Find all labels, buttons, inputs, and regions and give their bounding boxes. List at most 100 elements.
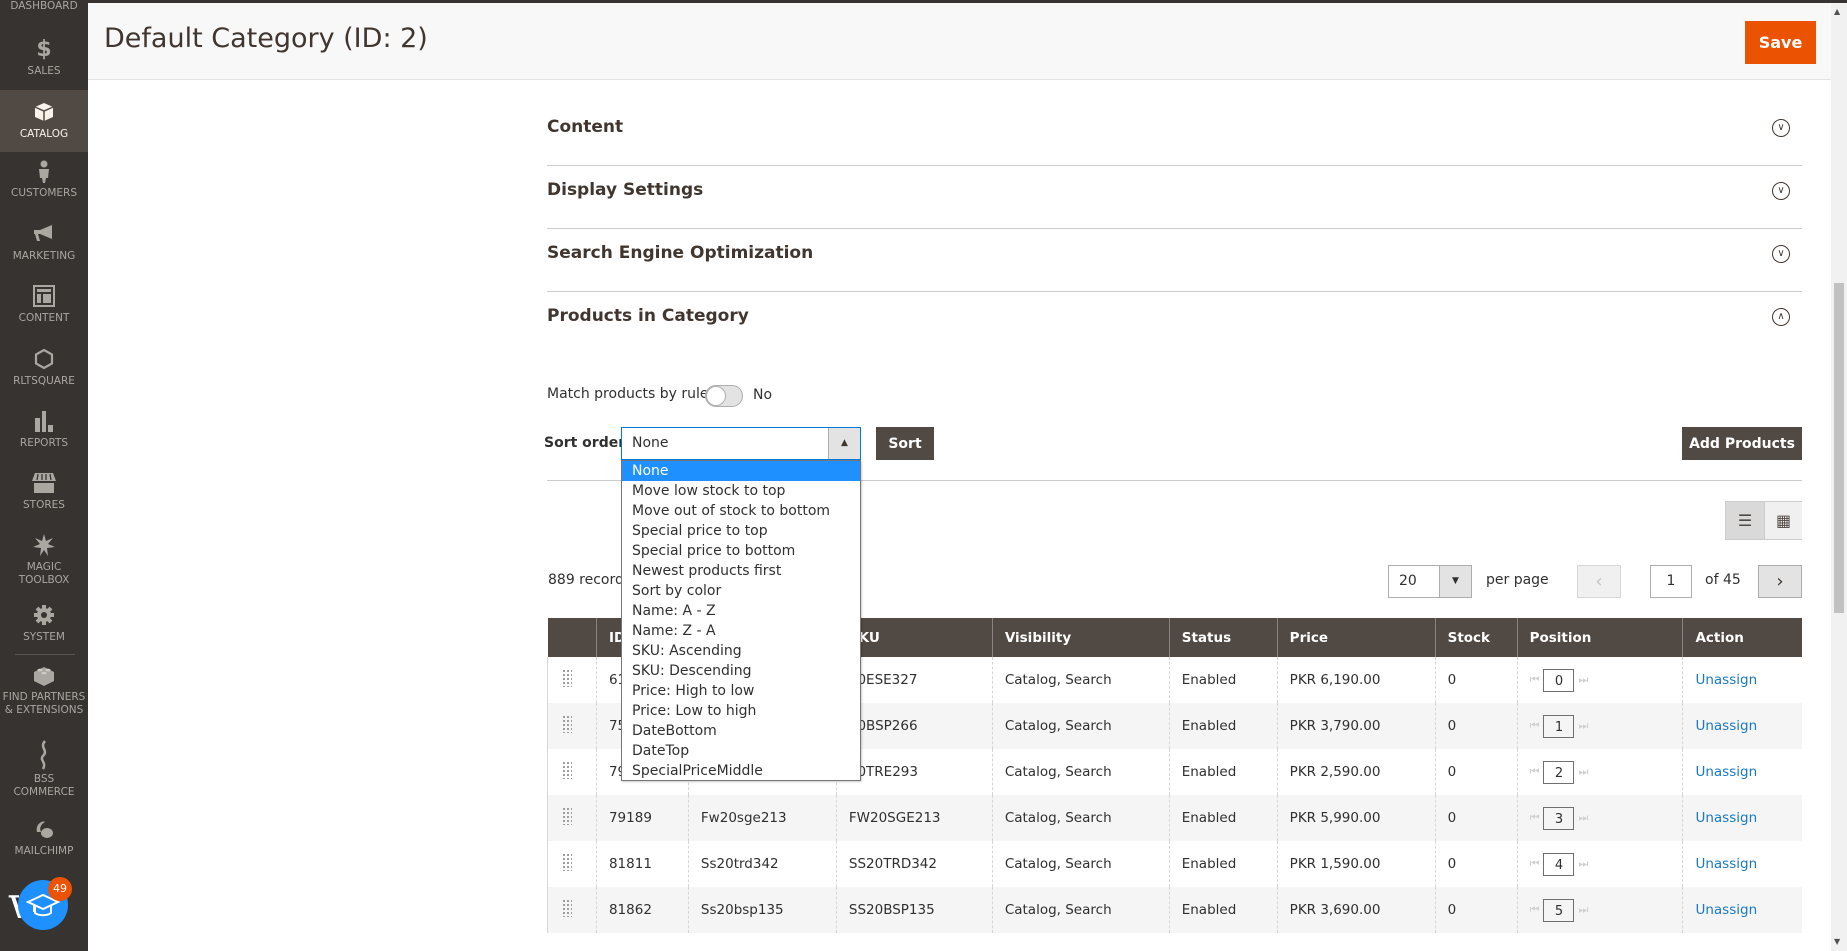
chevron-down-icon[interactable]: ∨ [1772, 182, 1790, 200]
prev-page-button[interactable]: ‹ [1577, 565, 1621, 598]
sort-option[interactable]: Newest products first [622, 561, 860, 581]
move-to-top-icon[interactable]: ⏮ [1530, 857, 1540, 870]
position-input[interactable]: 5 [1543, 898, 1575, 922]
sort-option[interactable]: Special price to bottom [622, 541, 860, 561]
sidebar-item-reports[interactable]: REPORTS [0, 410, 88, 458]
drag-handle-icon[interactable] [562, 899, 572, 917]
move-to-top-icon[interactable]: ⏮ [1530, 719, 1540, 732]
sort-order-select[interactable]: None ▲ [621, 427, 861, 460]
move-to-bottom-icon[interactable]: ⏭ [1578, 811, 1588, 824]
sort-option[interactable]: Name: Z - A [622, 621, 860, 641]
cell-stock: 0 [1434, 841, 1518, 887]
sort-option[interactable]: SKU: Descending [622, 661, 860, 681]
sort-option[interactable]: Move low stock to top [622, 481, 860, 501]
unassign-link[interactable]: Unassign [1695, 718, 1757, 734]
column-header-position[interactable]: Position [1516, 618, 1683, 657]
column-header-stock[interactable]: Stock [1434, 618, 1518, 657]
grid-view-icon[interactable]: ▦ [1764, 502, 1802, 539]
sort-option[interactable]: Price: High to low [622, 681, 860, 701]
section-products-in-category[interactable]: Products in Category ∧ [547, 292, 1802, 355]
add-products-button[interactable]: Add Products [1682, 427, 1802, 460]
page-scrollbar[interactable]: ▲ ▼ [1831, 3, 1847, 951]
sidebar-item-system[interactable]: SYSTEM [0, 604, 88, 652]
list-view-icon[interactable]: ☰ [1726, 502, 1764, 539]
unassign-link[interactable]: Unassign [1695, 672, 1757, 688]
match-products-toggle[interactable] [705, 385, 743, 407]
drag-handle-icon[interactable] [562, 853, 572, 871]
per-page-select[interactable]: 20 ▼ [1388, 565, 1472, 598]
sort-order-dropdown[interactable]: None Move low stock to top Move out of sto… [621, 460, 861, 781]
sidebar-item-marketing[interactable]: MARKETING [0, 223, 88, 271]
chevron-up-icon[interactable]: ∧ [1772, 308, 1790, 326]
section-seo[interactable]: Search Engine Optimization ∨ [547, 229, 1802, 292]
sidebar-item-customers[interactable]: CUSTOMERS [0, 160, 88, 208]
caret-down-icon[interactable]: ▼ [1439, 566, 1471, 597]
move-to-bottom-icon[interactable]: ⏭ [1578, 673, 1588, 686]
sidebar-item-catalog[interactable]: CATALOG [0, 90, 88, 152]
chevron-down-icon[interactable]: ∨ [1772, 245, 1790, 263]
scroll-up-arrow-icon[interactable]: ▲ [1834, 7, 1840, 16]
move-to-top-icon[interactable]: ⏮ [1530, 765, 1540, 778]
drag-handle-icon[interactable] [562, 807, 572, 825]
move-to-top-icon[interactable]: ⏮ [1530, 811, 1540, 824]
drag-handle-icon[interactable] [562, 761, 572, 779]
chevron-down-icon[interactable]: ∨ [1772, 119, 1790, 137]
sort-option[interactable]: SpecialPriceMiddle [622, 761, 860, 781]
sidebar-item-mailchimp[interactable]: MAILCHIMP [0, 818, 88, 860]
scroll-down-arrow-icon[interactable]: ▼ [1834, 937, 1840, 946]
sort-option[interactable]: Price: Low to high [622, 701, 860, 721]
sort-option[interactable]: SKU: Ascending [622, 641, 860, 661]
sidebar-item-dashboard[interactable]: DASHBOARD [0, 0, 88, 18]
sidebar-item-sales[interactable]: $ SALES [0, 38, 88, 86]
position-input[interactable]: 4 [1543, 852, 1575, 876]
table-row[interactable]: 81811 Ss20trd342 SS20TRD342 Catalog, Search… [547, 841, 1802, 887]
sort-option[interactable]: DateTop [622, 741, 860, 761]
sidebar-item-bss-commerce[interactable]: BSS COMMERCE [0, 740, 88, 802]
megaphone-icon [0, 223, 88, 247]
table-row[interactable]: 79189 Fw20sge213 FW20SGE213 Catalog, Search… [547, 795, 1802, 841]
column-header-visibility[interactable]: Visibility [991, 618, 1170, 657]
unassign-link[interactable]: Unassign [1695, 810, 1757, 826]
caret-up-icon[interactable]: ▲ [828, 428, 860, 459]
sidebar-item-rltsquare[interactable]: RLTSQUARE [0, 348, 88, 396]
drag-handle-icon[interactable] [562, 669, 572, 687]
save-button[interactable]: Save [1745, 21, 1816, 64]
move-to-bottom-icon[interactable]: ⏭ [1578, 857, 1588, 870]
sort-option[interactable]: Sort by color [622, 581, 860, 601]
position-input[interactable]: 2 [1543, 760, 1575, 784]
unassign-link[interactable]: Unassign [1695, 902, 1757, 918]
view-mode-toggle[interactable]: ☰ ▦ [1725, 501, 1802, 540]
position-input[interactable]: 3 [1543, 806, 1575, 830]
column-header-action[interactable]: Action [1682, 618, 1802, 657]
sort-option[interactable]: Name: A - Z [622, 601, 860, 621]
scrollbar-thumb[interactable] [1834, 283, 1844, 613]
sort-option[interactable]: Move out of stock to bottom [622, 501, 860, 521]
move-to-top-icon[interactable]: ⏮ [1530, 673, 1540, 686]
move-to-bottom-icon[interactable]: ⏭ [1578, 903, 1588, 916]
sort-option[interactable]: DateBottom [622, 721, 860, 741]
column-header-status[interactable]: Status [1168, 618, 1278, 657]
sidebar-item-content[interactable]: CONTENT [0, 285, 88, 333]
section-display-settings[interactable]: Display Settings ∨ [547, 166, 1802, 229]
unassign-link[interactable]: Unassign [1695, 856, 1757, 872]
position-input[interactable]: 0 [1543, 668, 1575, 692]
drag-handle-icon[interactable] [562, 715, 572, 733]
page-number-input[interactable]: 1 [1650, 565, 1692, 598]
move-to-bottom-icon[interactable]: ⏭ [1578, 719, 1588, 732]
sidebar-item-magic-toolbox[interactable]: MAGIC TOOLBOX [0, 534, 88, 596]
table-row[interactable]: 81862 Ss20bsp135 SS20BSP135 Catalog, Search… [547, 887, 1802, 933]
sort-option[interactable]: Special price to top [622, 521, 860, 541]
sidebar-item-find-partners[interactable]: FIND PARTNERS & EXTENSIONS [0, 664, 88, 720]
sort-button[interactable]: Sort [876, 427, 934, 460]
section-content[interactable]: Content ∨ [547, 103, 1802, 166]
unassign-link[interactable]: Unassign [1695, 764, 1757, 780]
sidebar-item-stores[interactable]: STORES [0, 472, 88, 520]
cell-visibility: Catalog, Search [991, 657, 1170, 703]
move-to-bottom-icon[interactable]: ⏭ [1578, 765, 1588, 778]
position-input[interactable]: 1 [1543, 714, 1575, 738]
move-to-top-icon[interactable]: ⏮ [1530, 903, 1540, 916]
cell-position: ⏮ 2 ⏭ [1516, 749, 1683, 795]
next-page-button[interactable]: › [1758, 565, 1802, 598]
sort-option[interactable]: None [622, 461, 860, 481]
column-header-price[interactable]: Price [1276, 618, 1436, 657]
